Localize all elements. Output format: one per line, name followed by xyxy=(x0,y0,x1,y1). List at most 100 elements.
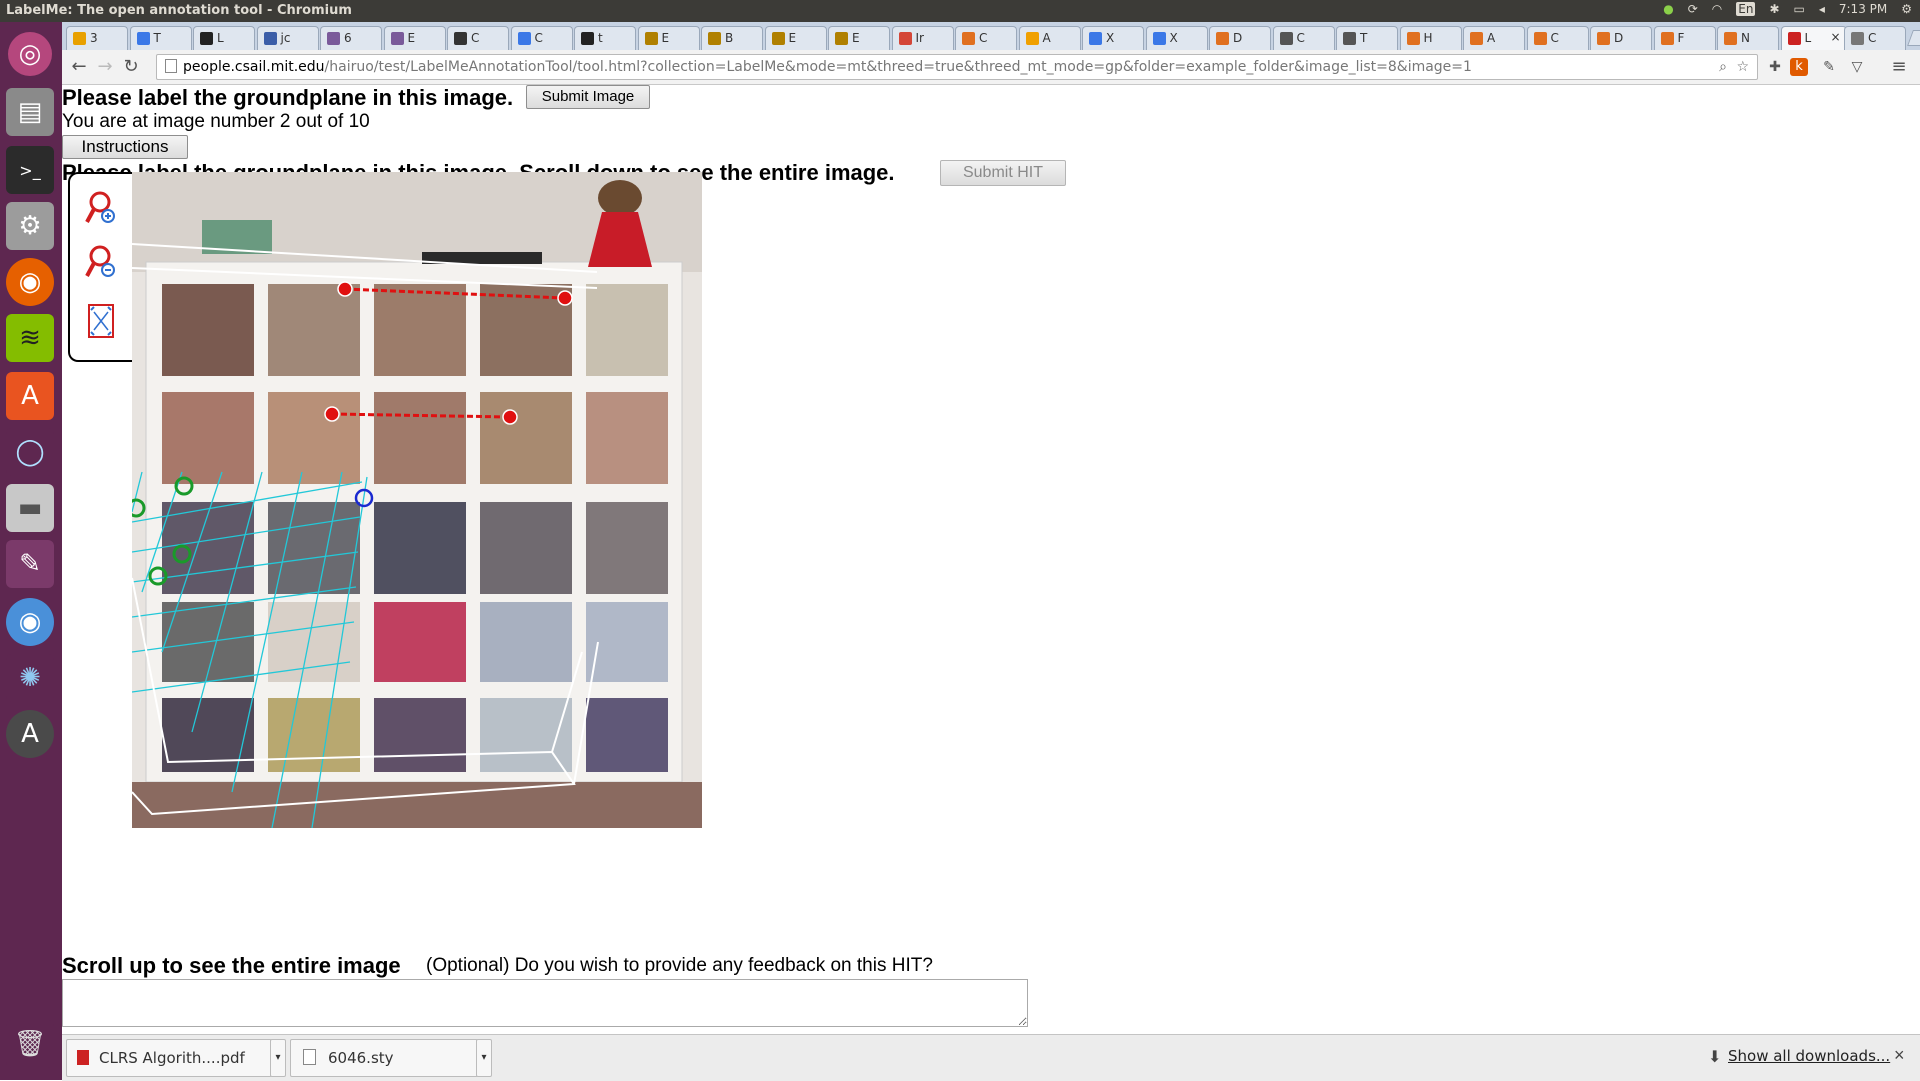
browser-tab[interactable]: X xyxy=(1082,26,1144,51)
wifi-icon[interactable]: ◠ xyxy=(1712,2,1722,16)
back-button[interactable]: ← xyxy=(68,56,90,78)
feedback-prompt: (Optional) Do you wish to provide any fe… xyxy=(426,955,933,976)
browser-tab[interactable]: C xyxy=(1272,26,1335,51)
shelf-photo xyxy=(132,172,702,828)
files-icon[interactable]: ▤ xyxy=(6,88,54,136)
chromium-icon[interactable]: ◉ xyxy=(6,598,54,646)
extension-k-icon[interactable]: k xyxy=(1790,58,1808,76)
browser-tab[interactable]: B xyxy=(701,26,763,51)
download-menu-arrow[interactable]: ▾ xyxy=(270,1039,286,1077)
zoom-in-icon[interactable] xyxy=(84,188,118,228)
update-manager-icon[interactable]: A xyxy=(6,710,54,758)
zoom-out-icon[interactable] xyxy=(84,242,118,282)
browser-tab[interactable]: C xyxy=(1526,26,1589,51)
bookmark-star-icon[interactable]: ☆ xyxy=(1736,55,1749,79)
browser-tab[interactable]: A xyxy=(1463,26,1525,51)
tab-favicon-icon xyxy=(327,32,340,45)
keyboard-layout[interactable]: En xyxy=(1736,2,1756,16)
tab-label: C xyxy=(1296,31,1305,45)
browser-tab[interactable]: C xyxy=(510,26,573,51)
browser-tab[interactable]: t xyxy=(574,26,636,51)
submit-hit-button[interactable]: Submit HIT xyxy=(940,160,1066,186)
tab-label: t xyxy=(598,31,603,45)
browser-tab[interactable]: A xyxy=(1018,26,1081,51)
trash-icon[interactable]: 🗑 xyxy=(6,1020,54,1068)
tab-favicon-icon xyxy=(73,32,86,45)
browser-tab[interactable]: E xyxy=(764,26,827,51)
instructions-button[interactable]: Instructions xyxy=(62,135,188,159)
browser-tab[interactable]: D xyxy=(1590,26,1652,51)
file-icon xyxy=(303,1049,316,1065)
tab-label: X xyxy=(1169,31,1178,45)
close-tab-icon[interactable]: × xyxy=(1830,30,1840,44)
spotify-tray-icon[interactable]: ● xyxy=(1663,2,1673,16)
color-ring-icon[interactable]: ◯ xyxy=(6,428,54,476)
submit-image-button[interactable]: Submit Image xyxy=(526,85,650,109)
download-menu-arrow[interactable]: ▾ xyxy=(476,1039,492,1077)
browser-tab[interactable]: E xyxy=(637,26,700,51)
download-item-sty[interactable]: 6046.sty xyxy=(290,1039,478,1077)
menu-icon[interactable]: ≡ xyxy=(1888,56,1910,78)
browser-tab[interactable]: L xyxy=(193,26,255,51)
close-downloads-button[interactable]: × xyxy=(1894,1045,1905,1066)
tab-label: H xyxy=(1423,31,1433,45)
browser-tab[interactable]: C xyxy=(447,26,509,51)
bluetooth-icon[interactable]: ✱ xyxy=(1769,2,1779,16)
spotify-icon[interactable]: ≋ xyxy=(6,314,54,362)
gear-icon[interactable]: ⚙ xyxy=(1901,2,1912,16)
extension-pocket-icon[interactable]: ▽ xyxy=(1846,56,1868,78)
feedback-textarea[interactable] xyxy=(62,979,1028,1027)
volume-icon[interactable]: ◂ xyxy=(1819,2,1825,16)
browser-tab[interactable]: jc xyxy=(256,26,319,51)
tab-favicon-icon xyxy=(1470,32,1483,45)
browser-tab[interactable]: Ir xyxy=(891,26,954,51)
clock[interactable]: 7:13 PM xyxy=(1839,2,1887,16)
browser-tab[interactable]: 3 xyxy=(66,26,128,51)
ubuntu-home-icon[interactable]: ◎ xyxy=(8,32,52,76)
browser-tab[interactable]: F xyxy=(1653,26,1716,51)
browser-tab[interactable]: D xyxy=(1209,26,1271,51)
browser-tab[interactable]: H xyxy=(1399,26,1462,51)
download-item-pdf[interactable]: CLRS Algorith....pdf xyxy=(66,1039,272,1077)
extension-broom-icon[interactable]: ✎ xyxy=(1818,56,1840,78)
browser-tab[interactable]: 6 xyxy=(320,26,382,51)
software-center-icon[interactable]: A xyxy=(6,372,54,420)
window-title: LabelMe: The open annotation tool - Chro… xyxy=(6,3,352,18)
browser-tab[interactable]: C xyxy=(955,26,1017,51)
firefox-icon[interactable]: ◉ xyxy=(6,258,54,306)
disk-icon[interactable]: ▬ xyxy=(6,484,54,532)
reload-button[interactable]: ↻ xyxy=(120,56,142,78)
tab-label: E xyxy=(407,31,416,45)
battery-icon[interactable]: ▭ xyxy=(1794,2,1805,16)
annotation-canvas[interactable] xyxy=(132,172,702,828)
download-filename: 6046.sty xyxy=(328,1049,394,1067)
terminal-icon[interactable]: >_ xyxy=(6,146,54,194)
forward-button[interactable]: → xyxy=(94,56,116,78)
page-icon xyxy=(165,59,177,73)
browser-tab[interactable]: C xyxy=(1844,26,1906,51)
sync-icon[interactable]: ⟳ xyxy=(1688,2,1698,16)
browser-tab[interactable]: L × xyxy=(1780,26,1847,51)
tab-label: Ir xyxy=(915,31,924,45)
browser-tab[interactable]: T xyxy=(129,26,192,51)
new-tab-button[interactable] xyxy=(1907,30,1920,46)
browser-tab[interactable]: N xyxy=(1717,26,1779,51)
page-content: Please label the groundplane in this ima… xyxy=(62,85,1920,1034)
pinwheel-icon[interactable]: ✺ xyxy=(6,654,54,702)
tab-favicon-icon xyxy=(581,32,594,45)
browser-tab[interactable]: X xyxy=(1145,26,1208,51)
browser-tab[interactable]: E xyxy=(383,26,446,51)
fit-image-icon[interactable] xyxy=(86,302,116,340)
extension-puzzle-icon[interactable]: ✚ xyxy=(1764,56,1786,78)
tab-favicon-icon xyxy=(1724,32,1737,45)
tab-favicon-icon xyxy=(454,32,467,45)
tab-label: N xyxy=(1741,31,1750,45)
browser-tab[interactable]: T xyxy=(1336,26,1398,51)
zoom-icon[interactable]: ⌕ xyxy=(1719,55,1727,79)
system-settings-icon[interactable]: ⚙ xyxy=(6,202,54,250)
show-all-downloads-link[interactable]: Show all downloads... xyxy=(1728,1047,1890,1065)
browser-tab[interactable]: E xyxy=(828,26,890,51)
text-editor-icon[interactable]: ✎ xyxy=(6,540,54,588)
address-bar[interactable]: people.csail.mit.edu/hairuo/test/LabelMe… xyxy=(156,54,1758,80)
tab-favicon-icon xyxy=(1406,32,1420,45)
